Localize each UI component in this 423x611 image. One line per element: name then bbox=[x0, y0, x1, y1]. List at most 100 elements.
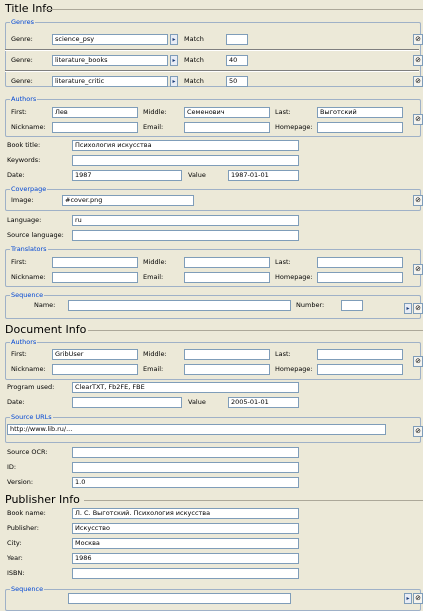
genre-dropdown-3-chevron-right-icon[interactable]: ▸ bbox=[170, 76, 178, 87]
doc-value-label: Value bbox=[188, 398, 206, 406]
publisher-sequence-group-title: Sequence bbox=[10, 585, 45, 593]
doc-middle-label: Middle: bbox=[143, 350, 167, 358]
doc-homepage-label: Homepage: bbox=[275, 365, 313, 373]
remove-author-icon[interactable]: ⊘ bbox=[413, 114, 423, 125]
genre-dropdown-2-chevron-right-icon[interactable]: ▸ bbox=[170, 55, 178, 66]
publisher-input[interactable]: Искусство bbox=[72, 523, 299, 534]
doc-first-label: First: bbox=[11, 350, 27, 358]
remove-translator-icon[interactable]: ⊘ bbox=[413, 264, 423, 275]
sequence-number-label: Number: bbox=[296, 301, 325, 309]
doc-author-email-input[interactable] bbox=[184, 364, 270, 375]
remove-coverpage-icon[interactable]: ⊘ bbox=[413, 195, 423, 206]
translator-middle-label: Middle: bbox=[143, 258, 167, 266]
book-title-label: Book title: bbox=[7, 141, 41, 149]
nickname-label: Nickname: bbox=[11, 123, 46, 131]
doc-date-input[interactable] bbox=[72, 397, 182, 408]
publisher-sequence-name-input[interactable] bbox=[68, 593, 291, 604]
genre-select-3[interactable]: literature_critic bbox=[52, 76, 168, 87]
date-label: Date: bbox=[7, 171, 25, 179]
doc-author-middle-input[interactable] bbox=[184, 349, 270, 360]
id-input[interactable] bbox=[72, 462, 299, 473]
match-label-3: Match bbox=[184, 77, 204, 85]
translator-first-input[interactable] bbox=[52, 257, 138, 268]
translator-email-input[interactable] bbox=[184, 272, 270, 283]
book-name-input[interactable]: Л. С. Выготский. Психология искусства bbox=[72, 508, 299, 519]
doc-email-label: Email: bbox=[143, 365, 164, 373]
doc-author-first-input[interactable]: GribUser bbox=[52, 349, 138, 360]
match-label-1: Match bbox=[184, 35, 204, 43]
remove-genre-1-icon[interactable]: ⊘ bbox=[413, 34, 423, 45]
remove-publisher-sequence-icon[interactable]: ⊘ bbox=[413, 593, 423, 604]
source-ocr-input[interactable] bbox=[72, 447, 299, 458]
match-input-2[interactable]: 40 bbox=[226, 55, 248, 66]
isbn-input[interactable] bbox=[72, 568, 299, 579]
remove-sequence-icon[interactable]: ⊘ bbox=[413, 303, 423, 314]
version-label: Version: bbox=[7, 478, 34, 486]
match-input-1[interactable] bbox=[226, 34, 248, 45]
sequence-name-input[interactable] bbox=[68, 300, 291, 311]
translator-nickname-input[interactable] bbox=[52, 272, 138, 283]
translator-last-input[interactable] bbox=[317, 257, 403, 268]
doc-date-value-input[interactable]: 2005-01-01 bbox=[228, 397, 299, 408]
title-info-rule bbox=[44, 9, 423, 10]
year-input[interactable]: 1986 bbox=[72, 553, 299, 564]
remove-genre-2-icon[interactable]: ⊘ bbox=[413, 55, 423, 66]
authors-group-title: Authors bbox=[10, 95, 38, 103]
coverpage-image-select[interactable]: #cover.png bbox=[62, 195, 194, 206]
version-input[interactable]: 1.0 bbox=[72, 477, 299, 488]
email-label: Email: bbox=[143, 123, 164, 131]
middle-label: Middle: bbox=[143, 108, 167, 116]
keywords-label: Keywords: bbox=[7, 156, 41, 164]
book-title-input[interactable]: Психология искусства bbox=[72, 140, 299, 151]
publisher-sequence-dropdown-chevron-right-icon[interactable]: ▸ bbox=[404, 593, 412, 604]
source-language-label: Source language: bbox=[7, 231, 64, 239]
genre-select-1[interactable]: science_psy bbox=[52, 34, 168, 45]
match-input-3[interactable]: 50 bbox=[226, 76, 248, 87]
first-label: First: bbox=[11, 108, 27, 116]
doc-author-last-input[interactable] bbox=[317, 349, 403, 360]
language-label: Language: bbox=[7, 216, 42, 224]
program-used-input[interactable]: ClearTXT, Fb2FE, FBE bbox=[72, 382, 299, 393]
sequence-number-input[interactable] bbox=[341, 300, 363, 311]
translators-group-title: Translators bbox=[10, 245, 48, 253]
author-first-input[interactable]: Лев bbox=[52, 107, 138, 118]
homepage-label: Homepage: bbox=[275, 123, 313, 131]
remove-genre-3-icon[interactable]: ⊘ bbox=[413, 76, 423, 87]
doc-author-nickname-input[interactable] bbox=[52, 364, 138, 375]
language-input[interactable]: ru bbox=[72, 215, 299, 226]
translator-nickname-label: Nickname: bbox=[11, 273, 46, 281]
genre-dropdown-1-chevron-right-icon[interactable]: ▸ bbox=[170, 34, 178, 45]
translator-last-label: Last: bbox=[275, 258, 291, 266]
publisher-info-heading: Publisher Info bbox=[5, 493, 80, 506]
genre-label-2: Genre: bbox=[11, 56, 33, 64]
source-url-input[interactable]: http://www.lib.ru/... bbox=[7, 424, 386, 435]
doc-last-label: Last: bbox=[275, 350, 291, 358]
source-urls-group-title: Source URLs bbox=[10, 413, 53, 421]
genres-group-title: Genres bbox=[10, 18, 36, 26]
author-homepage-input[interactable] bbox=[317, 122, 403, 133]
translator-email-label: Email: bbox=[143, 273, 164, 281]
date-input[interactable]: 1987 bbox=[72, 170, 182, 181]
remove-doc-author-icon[interactable]: ⊘ bbox=[413, 356, 423, 367]
keywords-input[interactable] bbox=[72, 155, 299, 166]
sequence-dropdown-chevron-right-icon[interactable]: ▸ bbox=[404, 303, 412, 314]
publisher-info-rule bbox=[84, 500, 423, 501]
genre-select-2[interactable]: literature_books bbox=[52, 55, 168, 66]
doc-author-homepage-input[interactable] bbox=[317, 364, 403, 375]
remove-source-url-icon[interactable]: ⊘ bbox=[413, 426, 423, 437]
author-middle-input[interactable]: Семенович bbox=[184, 107, 270, 118]
author-nickname-input[interactable] bbox=[52, 122, 138, 133]
isbn-label: ISBN: bbox=[7, 569, 25, 577]
genre-label-3: Genre: bbox=[11, 77, 33, 85]
city-label: City: bbox=[7, 539, 22, 547]
city-input[interactable]: Москва bbox=[72, 538, 299, 549]
author-last-input[interactable]: Выготский bbox=[317, 107, 403, 118]
translator-homepage-input[interactable] bbox=[317, 272, 403, 283]
date-value-input[interactable]: 1987-01-01 bbox=[228, 170, 299, 181]
translator-homepage-label: Homepage: bbox=[275, 273, 313, 281]
source-language-input[interactable] bbox=[72, 230, 299, 241]
translator-middle-input[interactable] bbox=[184, 257, 270, 268]
last-label: Last: bbox=[275, 108, 291, 116]
coverpage-group-title: Coverpage bbox=[10, 185, 48, 193]
author-email-input[interactable] bbox=[184, 122, 270, 133]
